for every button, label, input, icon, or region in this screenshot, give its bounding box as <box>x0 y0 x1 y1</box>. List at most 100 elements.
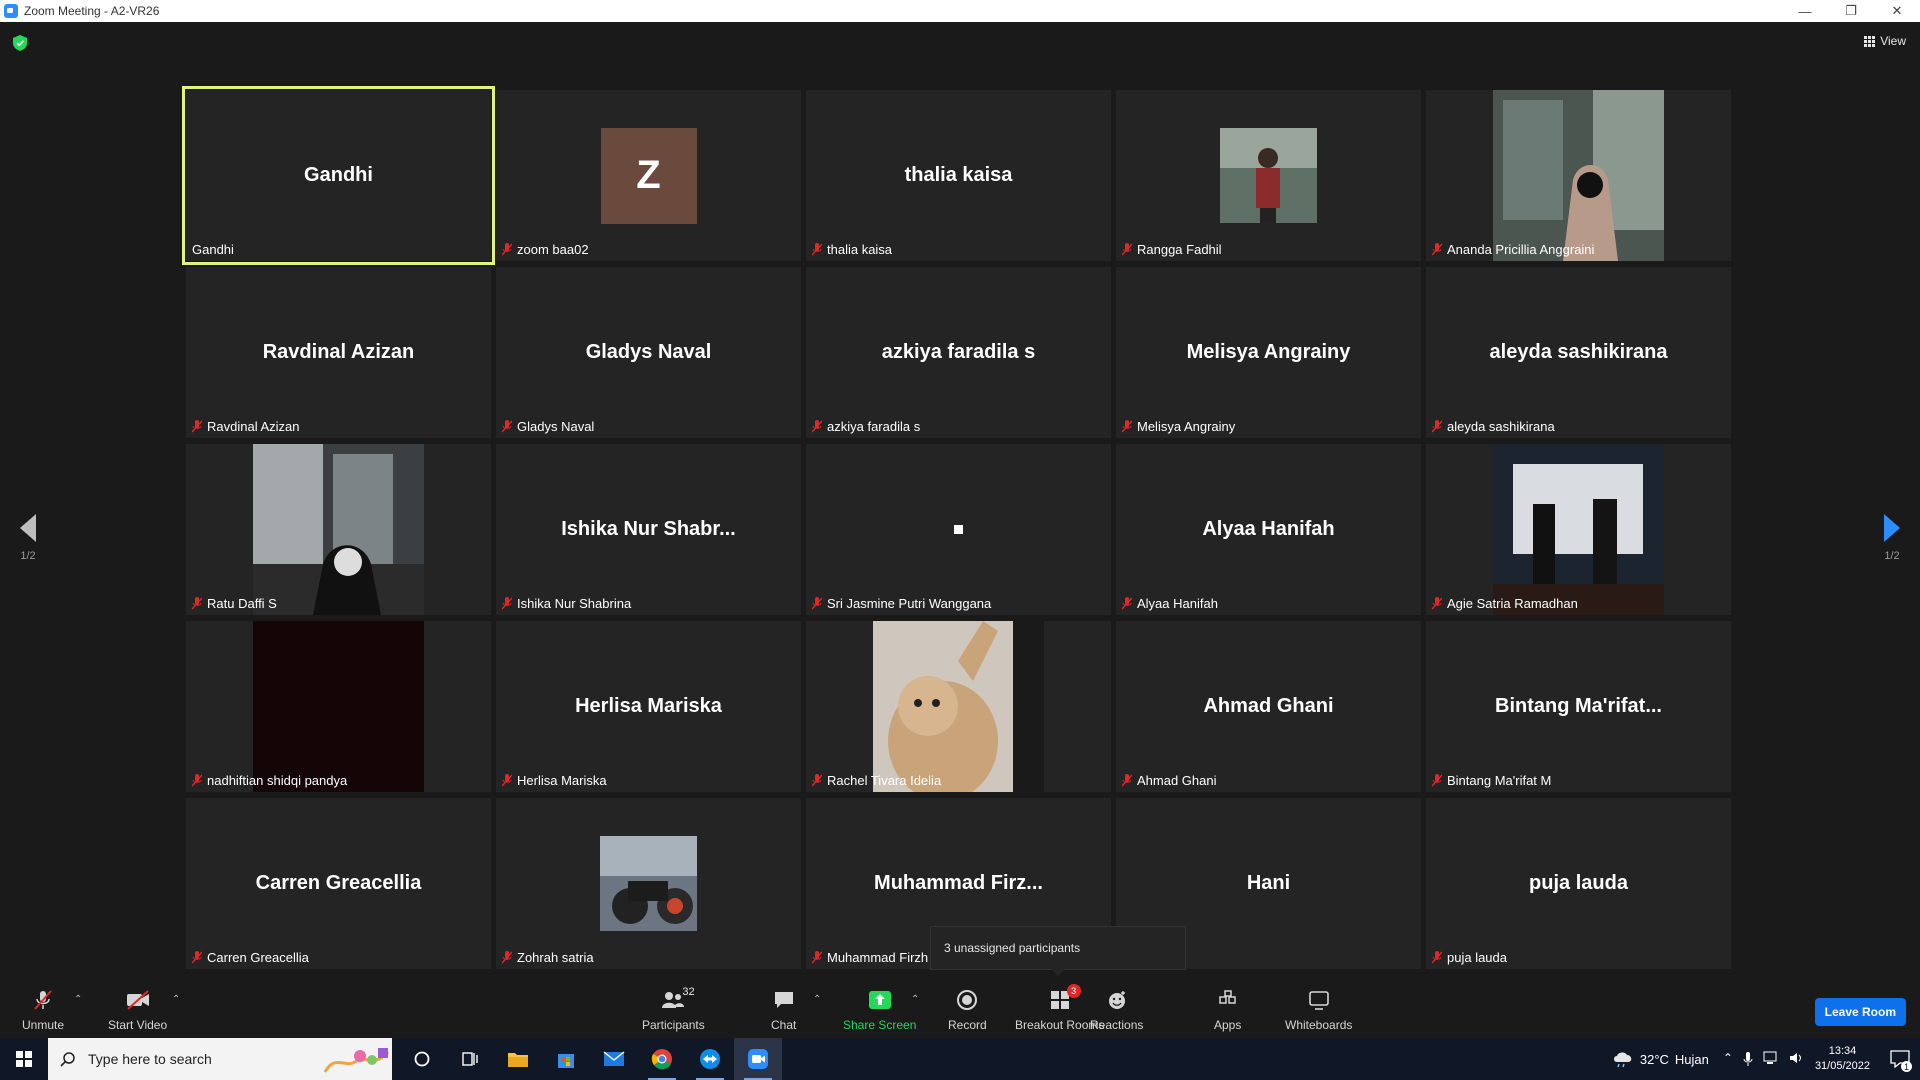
participant-tile[interactable]: Gladys Naval Gladys Naval <box>496 267 801 438</box>
grid-icon <box>1864 35 1876 47</box>
reactions-button[interactable]: Reactions <box>1090 988 1143 1032</box>
participant-name: zoom baa02 <box>517 242 589 257</box>
participant-tile[interactable]: Ratu Daffi S <box>186 444 491 615</box>
participant-tile[interactable]: Ananda Pricillia Anggraini <box>1426 90 1731 261</box>
participant-name-tag: Rangga Fadhil <box>1122 242 1222 257</box>
window-titlebar: Zoom Meeting - A2-VR26 — ❐ ✕ <box>0 0 1920 22</box>
next-page-button[interactable]: 1/2 <box>1872 514 1912 562</box>
participant-display-name: Melisya Angrainy <box>1186 341 1351 363</box>
previous-page-button[interactable]: 1/2 <box>8 514 48 562</box>
notification-center-button[interactable]: 1 <box>1880 1038 1920 1080</box>
zoom-app-icon <box>4 4 18 18</box>
participant-tile[interactable]: thalia kaisa thalia kaisa <box>806 90 1111 261</box>
unmute-button[interactable]: Unmute <box>22 988 64 1032</box>
weather-description: Hujan <box>1674 1051 1709 1067</box>
participant-tile[interactable]: Carren Greacellia Carren Greacellia <box>186 798 491 969</box>
participant-name-tag: Ahmad Ghani <box>1122 773 1217 788</box>
participant-tile[interactable]: Z zoom baa02 <box>496 90 801 261</box>
cortana-icon <box>414 1051 430 1067</box>
participant-tile[interactable]: Gandhi Gandhi <box>182 86 495 265</box>
participant-tile[interactable]: Ravdinal Azizan Ravdinal Azizan <box>186 267 491 438</box>
participant-name-tag: Ishika Nur Shabrina <box>502 596 631 611</box>
mic-muted-icon <box>1122 243 1132 256</box>
video-placeholder <box>954 525 963 534</box>
record-button[interactable]: Record <box>948 988 987 1032</box>
participant-name-tag: Sri Jasmine Putri Wanggana <box>812 596 991 611</box>
chat-options-caret[interactable]: ⌃ <box>813 994 821 1005</box>
participant-name: Ahmad Ghani <box>1137 773 1217 788</box>
participant-tile[interactable]: aleyda sashikirana aleyda sashikirana <box>1426 267 1731 438</box>
restore-button[interactable]: ❐ <box>1828 0 1874 22</box>
participant-name-tag: thalia kaisa <box>812 242 892 257</box>
participant-tile[interactable]: puja lauda puja lauda <box>1426 798 1731 969</box>
participant-tile[interactable]: Ahmad Ghani Ahmad Ghani <box>1116 621 1421 792</box>
cortana-button[interactable] <box>398 1038 446 1080</box>
network-icon[interactable] <box>1763 1051 1779 1065</box>
apps-button[interactable]: Apps <box>1214 988 1241 1032</box>
participant-tile[interactable]: nadhiftian shidqi pandya <box>186 621 491 792</box>
participant-tile[interactable]: Rangga Fadhil <box>1116 90 1421 261</box>
participant-tile[interactable]: azkiya faradila s azkiya faradila s <box>806 267 1111 438</box>
video-options-caret[interactable]: ⌃ <box>172 994 180 1005</box>
participant-tile[interactable]: Rachel Tivara Idelia <box>806 621 1111 792</box>
close-button[interactable]: ✕ <box>1874 0 1920 22</box>
chrome-button[interactable] <box>638 1038 686 1080</box>
participant-tile[interactable]: Herlisa Mariska Herlisa Mariska <box>496 621 801 792</box>
video-feed <box>253 444 424 615</box>
tooltip-text: 3 unassigned participants <box>944 941 1081 955</box>
teamviewer-button[interactable] <box>686 1038 734 1080</box>
search-icon <box>60 1052 75 1067</box>
windows-taskbar: Type here to search 32°C Hujan ⌃ 13:34 3… <box>0 1038 1920 1080</box>
chat-icon <box>774 992 793 1008</box>
participant-name-tag: aleyda sashikirana <box>1432 419 1555 434</box>
participant-tile[interactable]: Agie Satria Ramadhan <box>1426 444 1731 615</box>
chat-button[interactable]: Chat <box>771 988 796 1032</box>
microphone-icon[interactable] <box>1743 1051 1753 1067</box>
chevron-up-icon[interactable]: ⌃ <box>1723 1051 1733 1067</box>
mic-muted-icon <box>502 420 512 433</box>
share-options-caret[interactable]: ⌃ <box>911 994 919 1005</box>
share-screen-button[interactable]: Share Screen <box>843 988 916 1032</box>
participant-tile[interactable]: Zohrah satria <box>496 798 801 969</box>
page-indicator-left: 1/2 <box>20 550 36 562</box>
participant-name-tag: Herlisa Mariska <box>502 773 607 788</box>
minimize-button[interactable]: — <box>1782 0 1828 22</box>
start-video-button[interactable]: Start Video <box>108 988 167 1032</box>
file-explorer-button[interactable] <box>494 1038 542 1080</box>
task-view-button[interactable] <box>446 1038 494 1080</box>
whiteboards-button[interactable]: Whiteboards <box>1285 988 1352 1032</box>
taskbar-search-box[interactable]: Type here to search <box>48 1038 392 1080</box>
participant-name-tag: zoom baa02 <box>502 242 589 257</box>
mic-muted-icon <box>1122 420 1132 433</box>
mic-muted-icon <box>1432 597 1442 610</box>
video-feed <box>1493 444 1664 615</box>
participant-name: Rachel Tivara Idelia <box>827 773 942 788</box>
store-button[interactable] <box>542 1038 590 1080</box>
participant-name: Gladys Naval <box>517 419 595 434</box>
leave-room-button[interactable]: Leave Room <box>1814 998 1906 1026</box>
zoom-taskbar-button[interactable] <box>734 1038 782 1080</box>
weather-widget[interactable]: 32°C Hujan <box>1612 1050 1709 1068</box>
start-button[interactable] <box>0 1038 48 1080</box>
participant-tile[interactable]: Bintang Ma'rifat... Bintang Ma'rifat M <box>1426 621 1731 792</box>
whiteboard-icon <box>1308 991 1329 1010</box>
participants-button[interactable]: 32 Participants <box>642 986 705 1032</box>
participant-tile[interactable]: Melisya Angrainy Melisya Angrainy <box>1116 267 1421 438</box>
participant-tile[interactable]: Alyaa Hanifah Alyaa Hanifah <box>1116 444 1421 615</box>
teamviewer-icon <box>700 1049 720 1069</box>
view-button[interactable]: View <box>1864 34 1906 48</box>
mic-muted-icon <box>192 951 202 964</box>
shield-icon[interactable] <box>13 35 27 51</box>
participant-tile[interactable]: Ishika Nur Shabr... Ishika Nur Shabrina <box>496 444 801 615</box>
mic-muted-icon <box>812 243 822 256</box>
chrome-icon <box>651 1049 672 1070</box>
audio-options-caret[interactable]: ⌃ <box>74 994 82 1005</box>
volume-icon[interactable] <box>1789 1051 1805 1065</box>
participant-display-name: Gandhi <box>304 164 373 186</box>
taskbar-clock[interactable]: 13:34 31/05/2022 <box>1815 1044 1870 1074</box>
profile-photo <box>873 621 1044 792</box>
search-highlight-illustration <box>323 1048 390 1073</box>
participant-tile[interactable]: Sri Jasmine Putri Wanggana <box>806 444 1111 615</box>
arrow-right-icon <box>1884 514 1900 542</box>
mail-button[interactable] <box>590 1038 638 1080</box>
